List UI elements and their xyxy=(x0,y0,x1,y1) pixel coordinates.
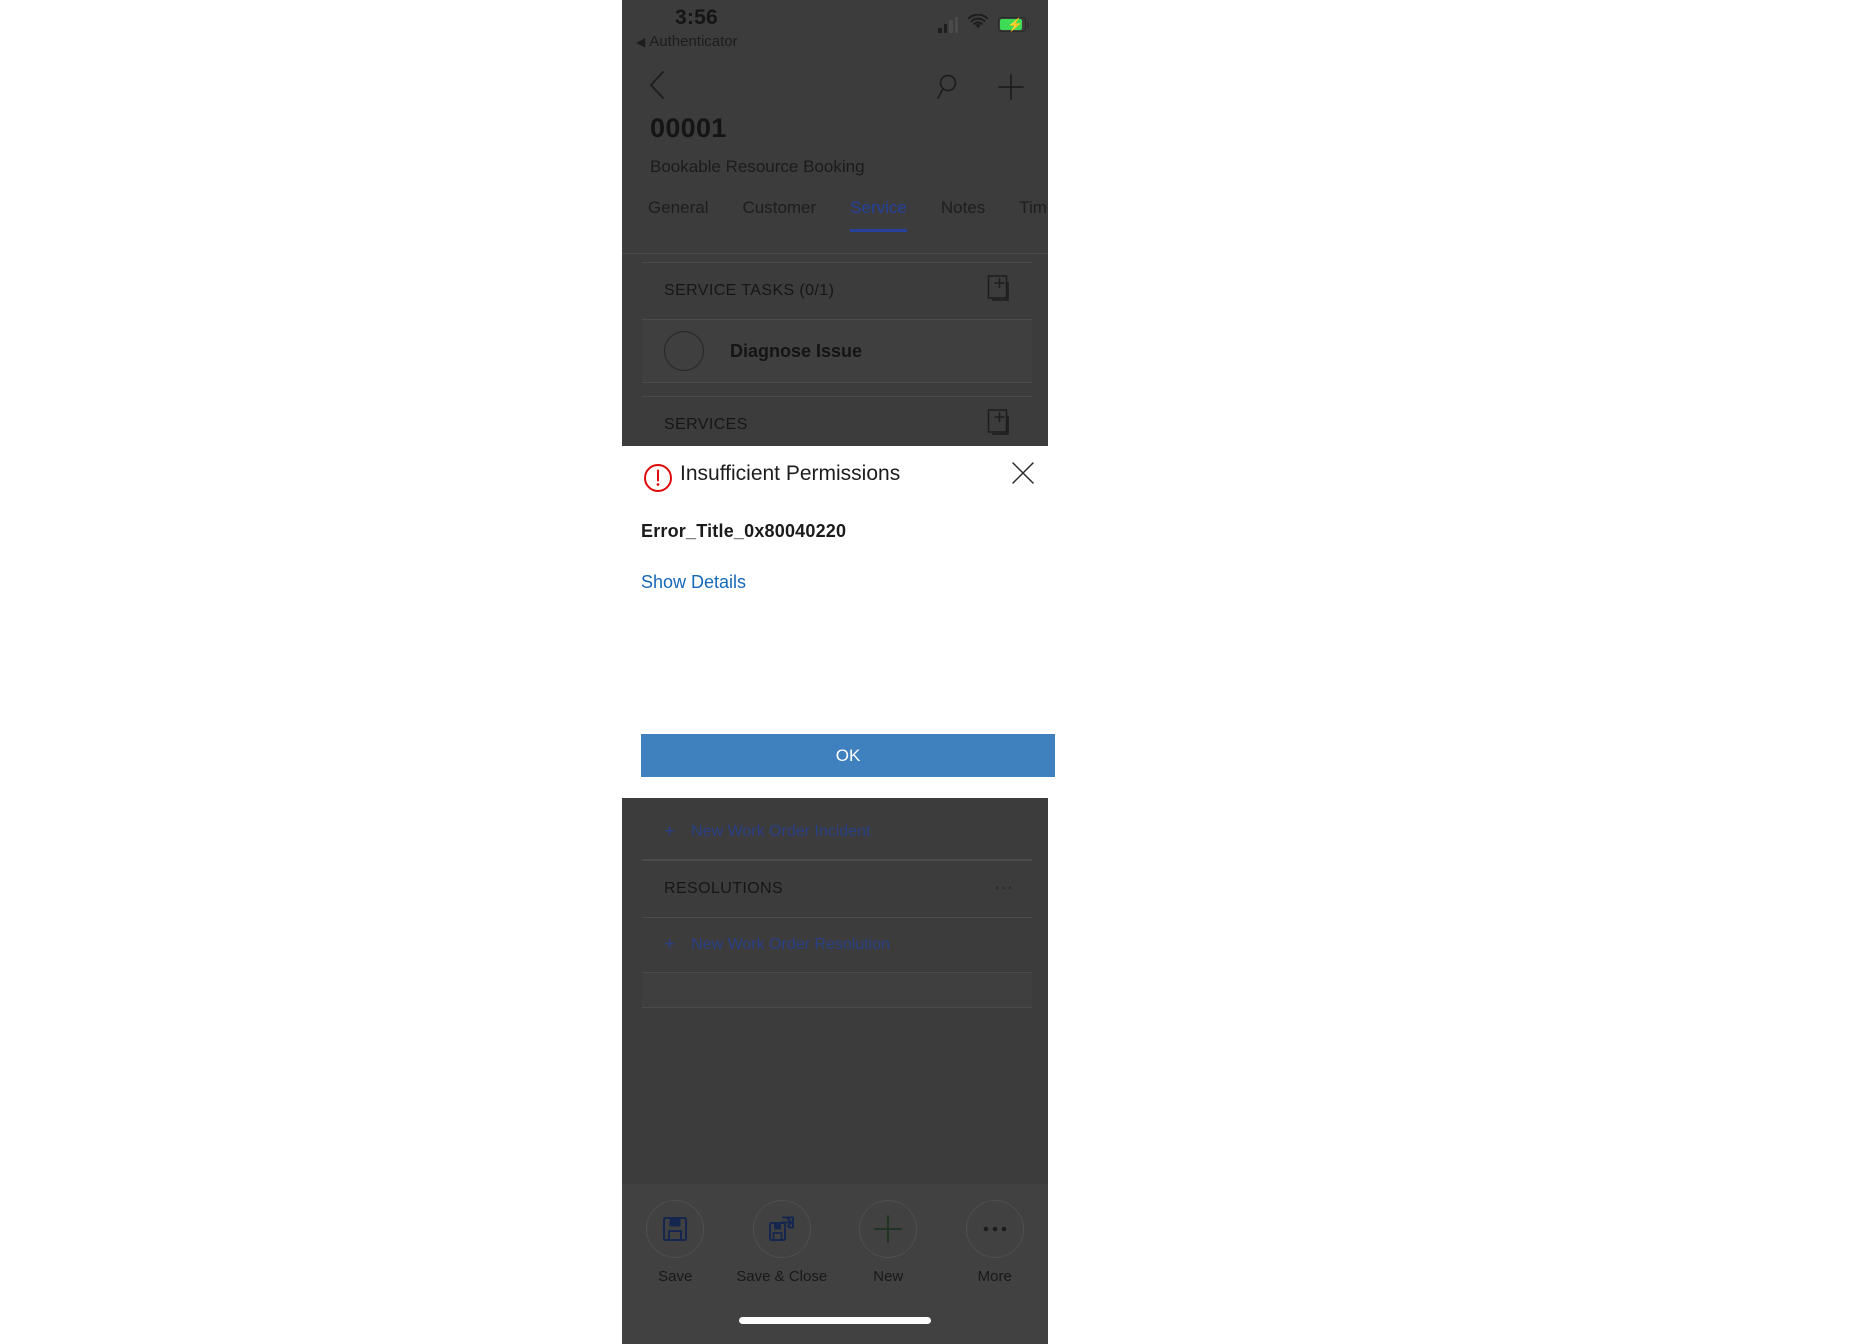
add-record-icon[interactable] xyxy=(986,408,1016,443)
cellular-signal-icon xyxy=(938,16,958,33)
add-record-icon[interactable] xyxy=(986,274,1016,309)
tab-notes[interactable]: Notes xyxy=(941,198,985,232)
search-icon[interactable] xyxy=(936,72,966,107)
wifi-icon xyxy=(967,13,989,35)
plus-icon: + xyxy=(664,821,676,842)
bottom-command-bar: Save Save & Close New More xyxy=(622,1184,1048,1344)
service-task-label: Diagnose Issue xyxy=(730,340,863,361)
service-tasks-title: SERVICE TASKS (0/1) xyxy=(664,282,835,299)
tab-timeline[interactable]: Timelin xyxy=(1019,198,1048,232)
new-work-order-resolution-button[interactable]: + New Work Order Resolution xyxy=(642,918,1032,973)
new-button[interactable]: New xyxy=(842,1200,934,1285)
close-icon[interactable] xyxy=(1010,460,1036,486)
ellipsis-icon xyxy=(965,1200,1024,1258)
error-title-text: Error_Title_0x80040220 xyxy=(641,521,847,541)
resolutions-title: RESOLUTIONS xyxy=(664,880,784,897)
return-to-app-link[interactable]: ◀ Authenticator xyxy=(636,33,738,50)
ellipsis-icon[interactable]: ⋯ xyxy=(994,879,1016,898)
show-details-link[interactable]: Show Details xyxy=(641,572,746,593)
dialog-title: Insufficient Permissions xyxy=(680,462,901,485)
home-indicator-bar xyxy=(739,1317,931,1324)
new-label: New xyxy=(873,1268,904,1285)
service-task-row[interactable]: Diagnose Issue xyxy=(642,320,1032,383)
tab-bar: General Customer Service Notes Timelin xyxy=(622,198,1048,246)
back-chevron-icon[interactable] xyxy=(648,70,666,100)
status-bar-indicators: ⚡ xyxy=(938,13,1029,35)
tab-customer[interactable]: Customer xyxy=(742,198,816,232)
new-work-order-incident-label: New Work Order Incident xyxy=(691,823,871,840)
partial-row xyxy=(642,973,1032,1008)
more-label: More xyxy=(977,1268,1012,1285)
error-exclamation-icon xyxy=(643,463,673,498)
tab-general[interactable]: General xyxy=(648,198,708,232)
back-triangle-icon: ◀ xyxy=(636,34,646,49)
insufficient-permissions-dialog: Insufficient Permissions Error_Title_0x8… xyxy=(619,446,1080,798)
save-floppy-icon xyxy=(646,1200,705,1258)
dialog-header: Insufficient Permissions xyxy=(619,446,1080,516)
save-and-close-icon xyxy=(752,1200,811,1258)
return-to-app-label: Authenticator xyxy=(649,33,738,50)
record-title: 00001 xyxy=(650,113,727,143)
plus-icon[interactable] xyxy=(996,72,1026,107)
service-tasks-section: SERVICE TASKS (0/1) Diagnose Issue xyxy=(642,262,1032,383)
incidents-section: + New Work Order Incident RESOLUTIONS ⋯ … xyxy=(642,805,1032,1008)
status-bar-clock: 3:56 xyxy=(675,6,718,29)
new-work-order-incident-button[interactable]: + New Work Order Incident xyxy=(642,805,1032,860)
tab-bar-divider xyxy=(622,253,1048,254)
plus-icon xyxy=(859,1200,918,1258)
save-and-close-label: Save & Close xyxy=(736,1268,828,1285)
ok-button[interactable]: OK xyxy=(641,734,1055,777)
status-bar: 3:56 ◀ Authenticator ⚡ xyxy=(622,0,1048,60)
battery-charging-icon: ⚡ xyxy=(998,17,1029,32)
services-title: SERVICES xyxy=(664,416,748,433)
save-and-close-button[interactable]: Save & Close xyxy=(736,1200,828,1285)
record-subtitle: Bookable Resource Booking xyxy=(650,157,865,176)
new-work-order-resolution-label: New Work Order Resolution xyxy=(691,936,890,953)
save-button[interactable]: Save xyxy=(629,1200,721,1285)
tab-service[interactable]: Service xyxy=(850,198,907,232)
empty-circle-icon[interactable] xyxy=(664,331,704,371)
more-button[interactable]: More xyxy=(949,1200,1041,1285)
plus-icon: + xyxy=(664,934,676,955)
save-label: Save xyxy=(658,1268,693,1285)
service-tasks-header: SERVICE TASKS (0/1) xyxy=(642,262,1032,320)
app-command-row xyxy=(622,60,1048,110)
resolutions-header: RESOLUTIONS ⋯ xyxy=(642,860,1032,918)
